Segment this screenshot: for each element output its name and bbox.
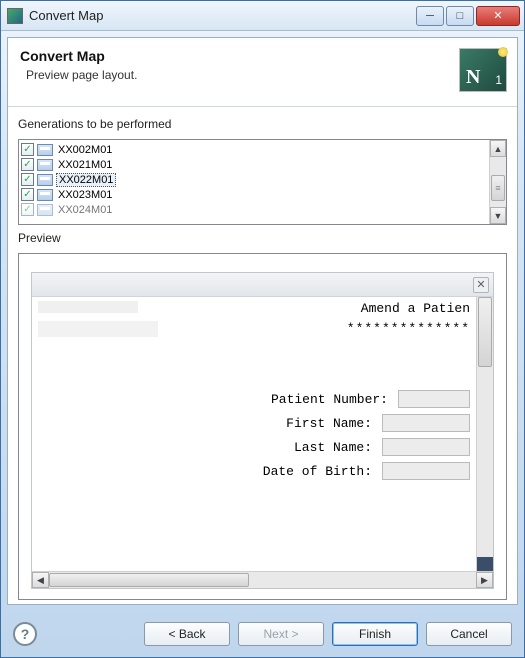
window-title: Convert Map [29, 8, 414, 23]
list-item[interactable]: ✓ XX023M01 [19, 187, 489, 202]
form-row-first-name: First Name: [32, 411, 470, 435]
list-item-label: XX024M01 [56, 204, 114, 216]
preview-content[interactable]: Amend a Patien ************** Patient Nu… [32, 297, 476, 571]
cancel-button[interactable]: Cancel [426, 622, 512, 646]
list-item-label: XX021M01 [56, 159, 114, 171]
scroll-left-button[interactable]: ◀ [32, 572, 49, 588]
scroll-down-button[interactable]: ▼ [490, 207, 506, 224]
next-button: Next > [238, 622, 324, 646]
dialog-header: Convert Map Preview page layout. N1 [8, 38, 517, 107]
scroll-track[interactable] [49, 572, 476, 588]
checkbox[interactable]: ✓ [21, 143, 34, 156]
placeholder-block [38, 321, 158, 337]
field-label: Date of Birth: [172, 464, 372, 479]
help-icon[interactable]: ? [13, 622, 37, 646]
map-icon [37, 159, 53, 171]
product-logo-icon: N1 [459, 48, 507, 92]
minimize-button[interactable]: ─ [416, 6, 444, 26]
map-icon [37, 204, 53, 216]
generations-label: Generations to be performed [18, 117, 507, 131]
scroll-track[interactable] [490, 157, 506, 207]
scroll-up-button[interactable]: ▲ [490, 140, 506, 157]
checkbox[interactable]: ✓ [21, 203, 34, 216]
app-icon [7, 8, 23, 24]
list-item[interactable]: ✓ XX022M01 [19, 172, 489, 187]
preview-form: Patient Number: First Name: Last Name: [32, 387, 476, 483]
first-name-field[interactable] [382, 414, 470, 432]
list-item[interactable]: ✓ XX002M01 [19, 142, 489, 157]
patient-number-field[interactable] [398, 390, 470, 408]
vertical-scrollbar[interactable]: ▲ ▼ [489, 140, 506, 224]
form-row-dob: Date of Birth: [32, 459, 470, 483]
preview-divider: ************** [347, 321, 470, 336]
back-button[interactable]: < Back [144, 622, 230, 646]
map-icon [37, 189, 53, 201]
scroll-end-marker [477, 557, 493, 571]
preview-vertical-scrollbar[interactable] [476, 297, 493, 571]
last-name-field[interactable] [382, 438, 470, 456]
preview-close-icon[interactable]: ✕ [473, 277, 489, 293]
close-button[interactable]: ✕ [476, 6, 520, 26]
map-icon [37, 144, 53, 156]
maximize-button[interactable]: □ [446, 6, 474, 26]
map-icon [37, 174, 53, 186]
field-label: Patient Number: [188, 392, 388, 407]
list-item-label: XX002M01 [56, 144, 114, 156]
preview-heading: Amend a Patien [361, 301, 470, 316]
preview-frame: ✕ Amend a Patien ************** Patient … [31, 272, 494, 589]
checkbox[interactable]: ✓ [21, 173, 34, 186]
scroll-thumb[interactable] [491, 175, 505, 201]
list-item-label: XX023M01 [56, 189, 114, 201]
preview-body: Amend a Patien ************** Patient Nu… [32, 297, 493, 571]
button-bar: ? < Back Next > Finish Cancel [1, 611, 524, 657]
titlebar[interactable]: Convert Map ─ □ ✕ [1, 1, 524, 31]
field-label: Last Name: [172, 440, 372, 455]
dob-field[interactable] [382, 462, 470, 480]
checkbox[interactable]: ✓ [21, 158, 34, 171]
list-item-label: XX022M01 [56, 173, 116, 187]
scroll-right-button[interactable]: ▶ [476, 572, 493, 588]
finish-button[interactable]: Finish [332, 622, 418, 646]
page-title: Convert Map [20, 48, 459, 64]
form-row-patient-number: Patient Number: [32, 387, 470, 411]
preview-horizontal-scrollbar[interactable]: ◀ ▶ [32, 571, 493, 588]
scroll-thumb[interactable] [49, 573, 249, 587]
content-area: Generations to be performed ✓ XX002M01 ✓… [8, 107, 517, 604]
placeholder-block [38, 301, 138, 313]
window-buttons: ─ □ ✕ [414, 6, 520, 26]
page-subtitle: Preview page layout. [20, 68, 459, 82]
scroll-thumb[interactable] [478, 297, 492, 367]
preview-toolbar: ✕ [32, 273, 493, 297]
list-item[interactable]: ✓ XX024M01 [19, 202, 489, 217]
field-label: First Name: [172, 416, 372, 431]
checkbox[interactable]: ✓ [21, 188, 34, 201]
dialog-body: Convert Map Preview page layout. N1 Gene… [7, 37, 518, 605]
form-row-last-name: Last Name: [32, 435, 470, 459]
list-inner: ✓ XX002M01 ✓ XX021M01 ✓ XX022M01 [19, 140, 489, 224]
preview-label: Preview [18, 231, 507, 245]
preview-panel: ✕ Amend a Patien ************** Patient … [18, 253, 507, 600]
generations-list[interactable]: ✓ XX002M01 ✓ XX021M01 ✓ XX022M01 [18, 139, 507, 225]
dialog-window: Convert Map ─ □ ✕ Convert Map Preview pa… [0, 0, 525, 658]
list-item[interactable]: ✓ XX021M01 [19, 157, 489, 172]
